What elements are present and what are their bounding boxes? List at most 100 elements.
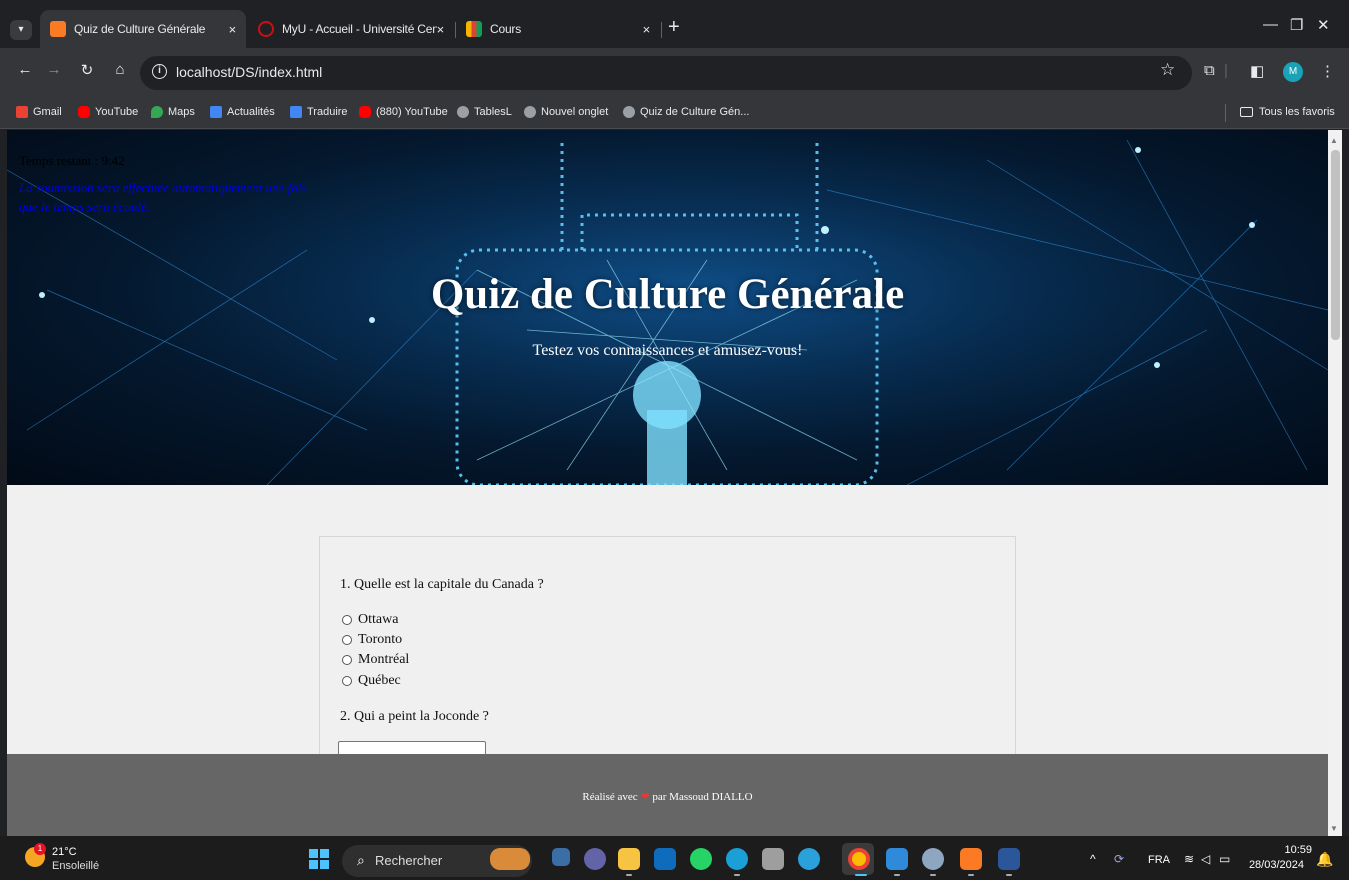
all-bookmarks-label: Tous les favoris — [1259, 106, 1335, 118]
timer-text: Temps restant : 9:42 — [19, 153, 125, 168]
clock-date[interactable]: 28/03/2024 — [1240, 859, 1304, 871]
opera-icon — [258, 21, 274, 37]
scroll-up-arrow[interactable]: ▲ — [1330, 136, 1338, 145]
vscode-icon[interactable] — [886, 848, 908, 870]
bookmark-youtube[interactable]: YouTube — [78, 106, 138, 118]
bookmark-youtube-880[interactable]: (880) YouTube — [359, 106, 448, 118]
tab-separator — [661, 22, 662, 38]
news-icon — [210, 106, 222, 118]
option-ottawa[interactable]: Ottawa — [342, 612, 398, 628]
radio-button[interactable] — [342, 615, 352, 625]
search-icon: ⌕ — [357, 852, 365, 868]
menu-icon[interactable]: ⋮ — [1320, 62, 1335, 80]
xampp-icon[interactable] — [960, 848, 982, 870]
bookmark-label: (880) YouTube — [376, 106, 448, 118]
weather-temperature[interactable]: 21°C — [52, 846, 77, 858]
language-indicator[interactable]: FRA — [1148, 854, 1170, 866]
widgets-icon[interactable] — [490, 848, 530, 870]
battery-icon[interactable]: ▭ — [1219, 852, 1230, 866]
sync-icon[interactable]: ⟳ — [1114, 852, 1124, 866]
bookmark-label: Quiz de Culture Gén... — [640, 106, 750, 118]
running-indicator — [968, 874, 974, 876]
edge-icon[interactable] — [726, 848, 748, 870]
bookmark-tablesl[interactable]: TablesL — [457, 106, 512, 118]
radio-button[interactable] — [342, 676, 352, 686]
option-label: Montréal — [358, 652, 410, 667]
toolbar-separator: | — [1224, 62, 1228, 79]
option-quebec[interactable]: Québec — [342, 673, 401, 689]
profile-avatar[interactable]: M — [1283, 62, 1303, 82]
virtualbox-icon[interactable] — [762, 848, 784, 870]
forward-icon[interactable]: → — [44, 61, 64, 78]
bookmark-star-icon[interactable]: ☆ — [1160, 60, 1175, 80]
bookmark-traduire[interactable]: Traduire — [290, 106, 348, 118]
home-icon[interactable]: ⌂ — [110, 61, 130, 78]
page-subtitle: Testez vos connaissances et amusez-vous! — [532, 342, 803, 359]
tab-title: MyU - Accueil - Université Cent — [282, 22, 437, 36]
back-icon[interactable]: ← — [15, 61, 35, 78]
search-placeholder[interactable]: Rechercher — [375, 853, 442, 868]
option-label: Ottawa — [358, 612, 399, 627]
window-close-icon[interactable]: ✕ — [1317, 16, 1330, 34]
url-text[interactable]: localhost/DS/index.html — [176, 64, 322, 80]
hero-banner: Temps restant : 9:42 La soumission sera … — [7, 130, 1328, 485]
option-montreal[interactable]: Montréal — [342, 652, 409, 668]
close-icon[interactable]: × — [229, 22, 237, 37]
mail-icon[interactable] — [654, 848, 676, 870]
weather-condition[interactable]: Ensoleillé — [52, 860, 99, 872]
radio-button[interactable] — [342, 635, 352, 645]
globe-icon — [457, 106, 469, 118]
notification-bell-icon[interactable]: 🔔 — [1316, 851, 1333, 868]
word-icon[interactable] — [998, 848, 1020, 870]
bookmarks-separator — [1225, 104, 1226, 122]
close-icon[interactable]: × — [643, 22, 651, 37]
volume-icon[interactable]: ◁ — [1201, 852, 1210, 866]
bookmark-quiz[interactable]: Quiz de Culture Gén... — [623, 106, 749, 118]
file-explorer-icon[interactable] — [618, 848, 640, 870]
settings-icon[interactable] — [922, 848, 944, 870]
new-tab-button[interactable]: + — [668, 16, 680, 39]
side-panel-icon[interactable]: ◧ — [1250, 62, 1264, 80]
bookmark-gmail[interactable]: Gmail — [16, 106, 62, 118]
task-view-icon[interactable] — [552, 848, 570, 866]
youtube-icon — [78, 106, 90, 118]
bookmark-label: Gmail — [33, 106, 62, 118]
extensions-icon[interactable]: ⧉ — [1204, 62, 1215, 79]
question-2: 2. Qui a peint la Joconde ? — [340, 709, 489, 724]
option-label: Québec — [358, 673, 401, 688]
option-toronto[interactable]: Toronto — [342, 632, 402, 648]
chevron-up-icon[interactable]: ^ — [1090, 852, 1096, 866]
radio-button[interactable] — [342, 655, 352, 665]
footer-prefix: Réalisé avec — [582, 791, 638, 803]
tab-search-button[interactable]: ▾ — [10, 20, 32, 40]
maps-icon — [151, 106, 163, 118]
bookmark-label: Maps — [168, 106, 195, 118]
translate-icon — [290, 106, 302, 118]
scrollbar-thumb[interactable] — [1331, 150, 1340, 340]
tab-quiz[interactable]: Quiz de Culture Générale × — [40, 10, 246, 48]
bookmark-maps[interactable]: Maps — [151, 106, 195, 118]
reload-icon[interactable]: ↻ — [77, 61, 97, 79]
teams-icon[interactable] — [584, 848, 606, 870]
windows-start-icon[interactable] — [309, 849, 329, 869]
close-icon[interactable]: × — [437, 22, 445, 37]
tab-cours[interactable]: Cours × — [456, 10, 660, 48]
footer-text: Réalisé avec ❤ par Massoud DIALLO — [7, 790, 1328, 803]
info-icon[interactable]: i — [152, 64, 167, 79]
active-indicator — [855, 874, 867, 876]
running-indicator — [734, 874, 740, 876]
scroll-down-arrow[interactable]: ▼ — [1330, 824, 1338, 833]
page-viewport: Temps restant : 9:42 La soumission sera … — [7, 130, 1328, 836]
whatsapp-icon[interactable] — [690, 848, 712, 870]
bookmark-actualites[interactable]: Actualités — [210, 106, 275, 118]
clock-time[interactable]: 10:59 — [1274, 844, 1312, 856]
minimize-icon[interactable]: — — [1263, 16, 1278, 33]
all-bookmarks[interactable]: Tous les favoris — [1240, 106, 1335, 118]
telegram-icon[interactable] — [798, 848, 820, 870]
wifi-icon[interactable]: ≋ — [1184, 852, 1194, 866]
restore-icon[interactable]: ❐ — [1290, 16, 1303, 34]
chrome-icon[interactable] — [848, 848, 870, 870]
bookmark-nouvel-onglet[interactable]: Nouvel onglet — [524, 106, 608, 118]
tab-myu[interactable]: MyU - Accueil - Université Cent × — [248, 10, 454, 48]
xampp-icon — [50, 21, 66, 37]
